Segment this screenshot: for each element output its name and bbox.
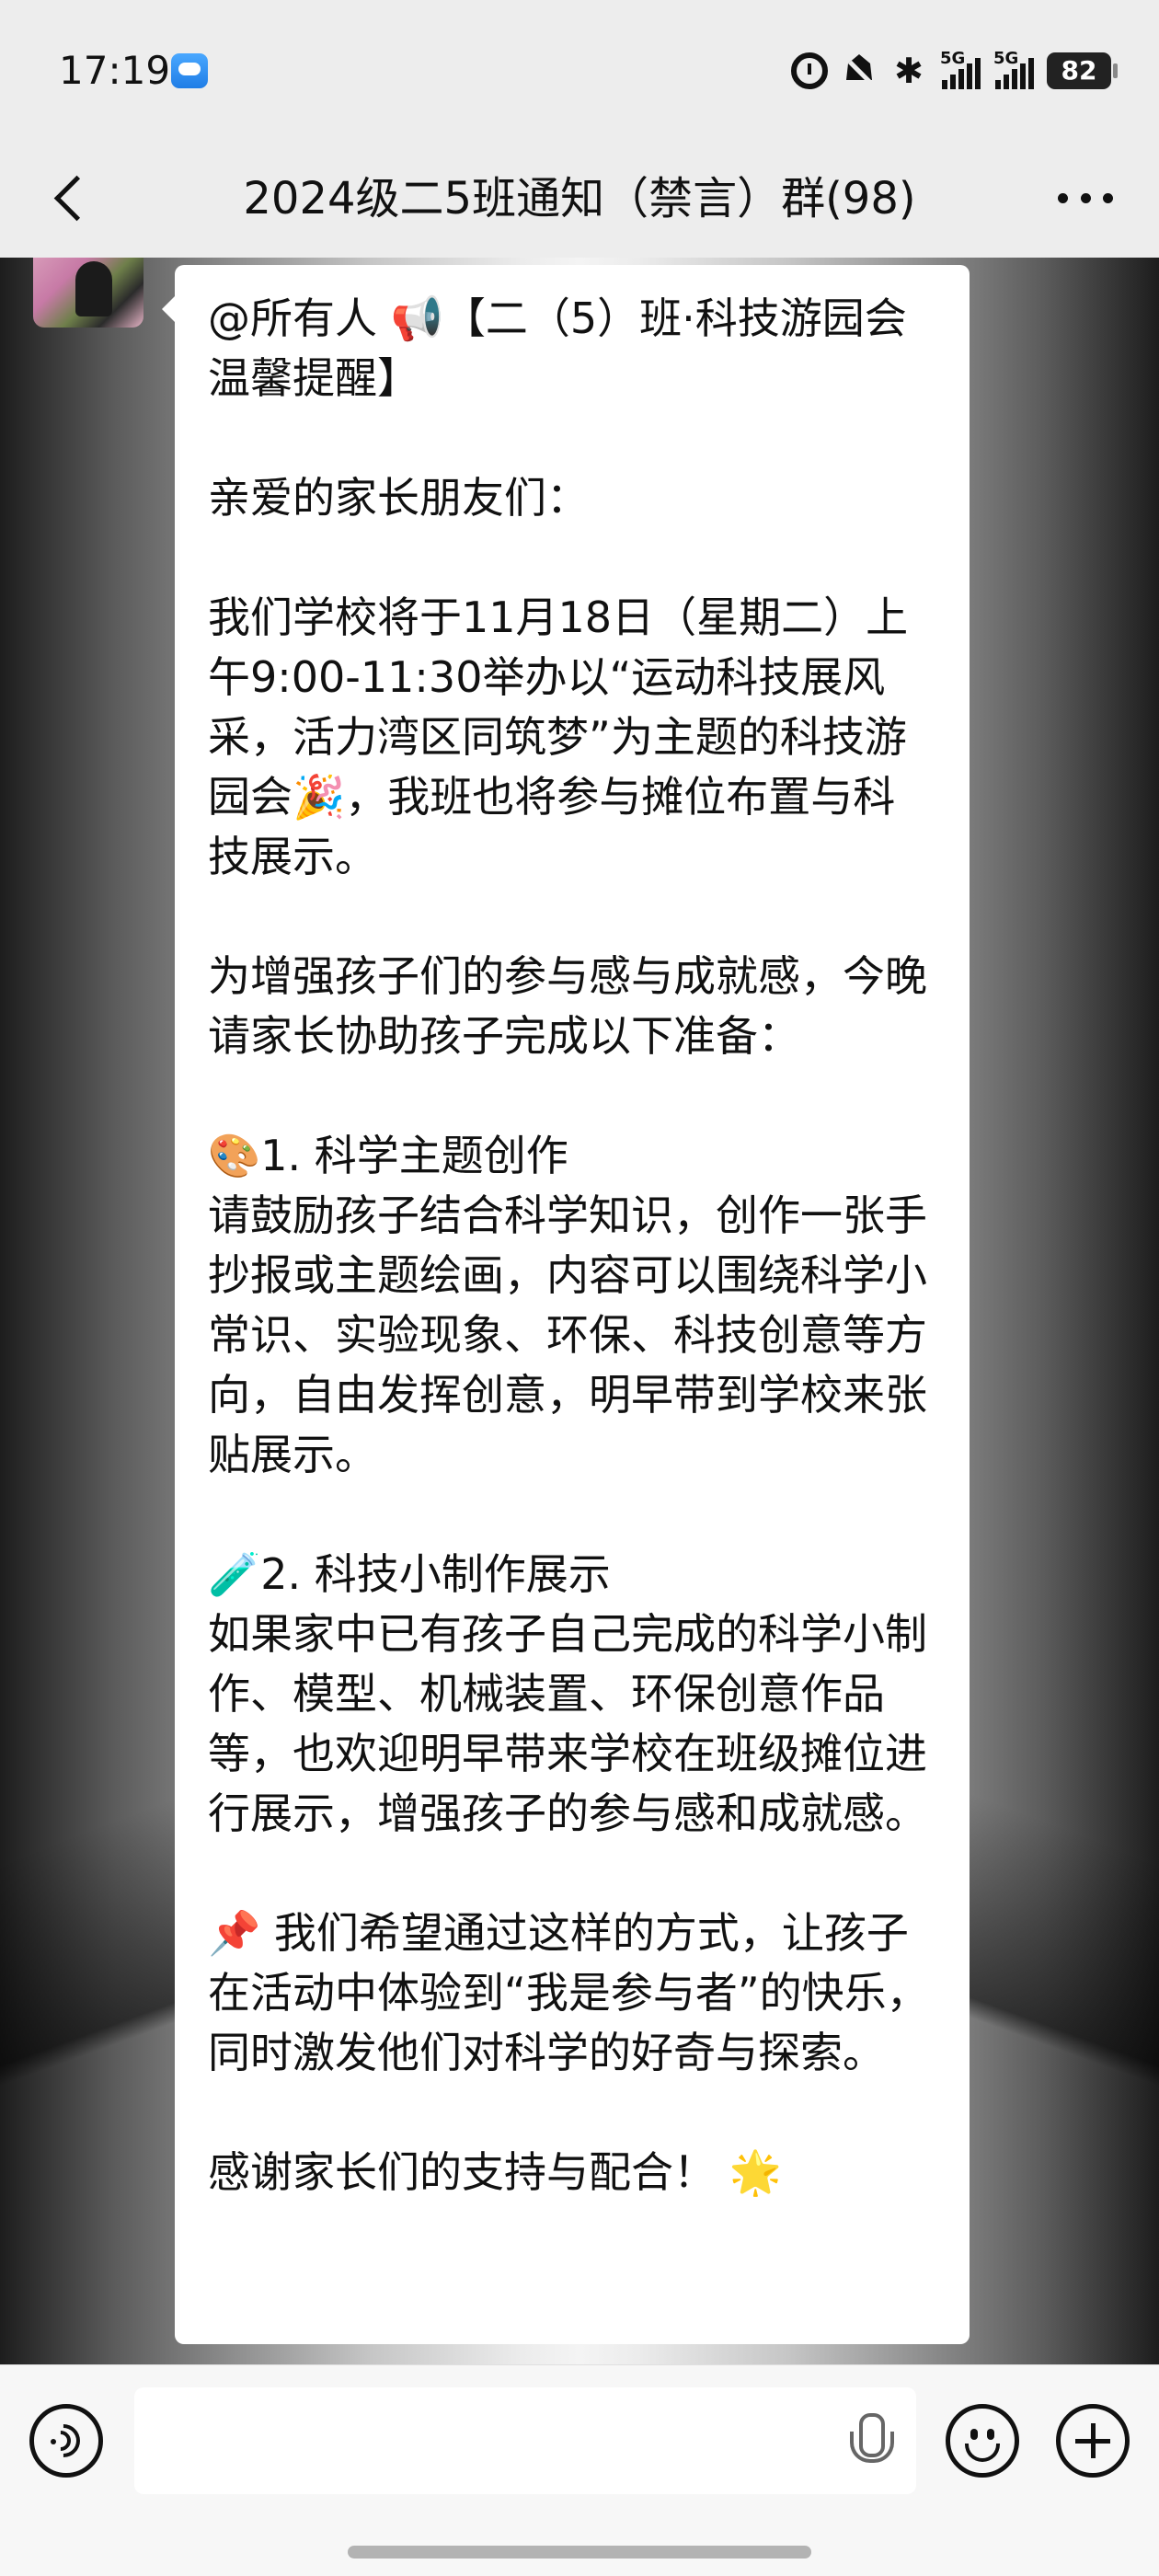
microphone-icon[interactable] (843, 2413, 894, 2474)
voice-icon[interactable] (29, 2404, 103, 2478)
status-icons: ✱ 5G 5G 82 (791, 49, 1118, 92)
signal-icon: 5G (940, 49, 981, 89)
alarm-icon (791, 52, 828, 89)
status-time: 17:19 (59, 48, 171, 93)
status-bar: 17:19 ✱ 5G 5G 82 (0, 0, 1159, 138)
home-indicator[interactable] (348, 2546, 811, 2559)
chat-header: 2024级二5班通知（禁言）群(98) (0, 138, 1159, 258)
signal-icon: 5G (993, 49, 1034, 89)
battery-icon: 82 (1047, 52, 1118, 89)
plus-icon[interactable] (1056, 2404, 1130, 2478)
mute-bell-icon (846, 54, 872, 80)
message-bubble[interactable]: @所有人 📢【二（5）班·科技游园会温馨提醒】 亲爱的家长朋友们： 我们学校将于… (162, 265, 970, 2344)
more-dots-icon[interactable] (1058, 184, 1113, 212)
message-input[interactable] (134, 2387, 916, 2494)
emoji-icon[interactable] (946, 2404, 1019, 2478)
network-label: 5G (940, 49, 966, 68)
chat-title: 2024级二5班通知（禁言）群(98) (243, 173, 916, 224)
network-label: 5G (993, 49, 1019, 68)
avatar[interactable] (33, 258, 143, 328)
cloud-app-icon (171, 53, 208, 88)
chat-area[interactable]: @所有人 📢【二（5）班·科技游园会温馨提醒】 亲爱的家长朋友们： 我们学校将于… (0, 258, 1159, 2364)
bluetooth-icon: ✱ (894, 51, 924, 91)
input-bar (0, 2364, 1159, 2576)
